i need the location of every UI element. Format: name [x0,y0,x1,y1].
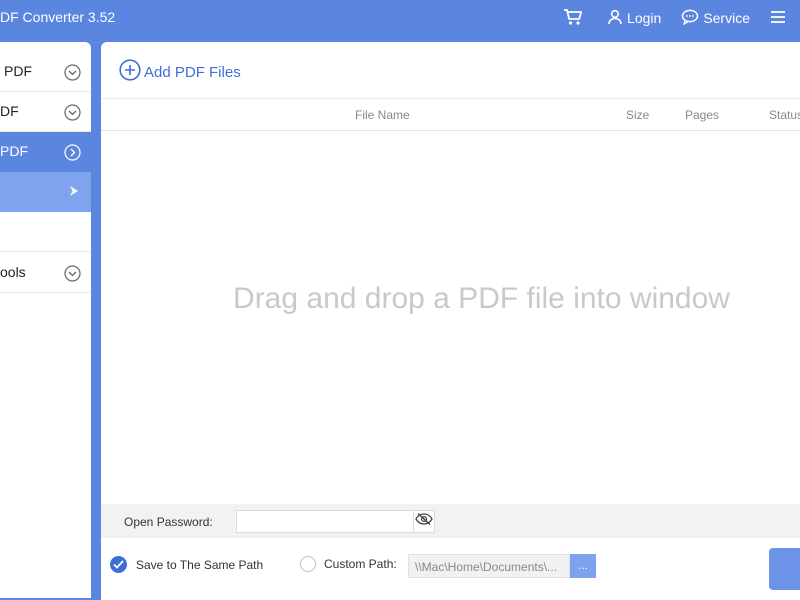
chevron-down-icon [64,265,81,287]
sidebar-item-label: ools [0,264,26,280]
chevron-down-icon [64,104,81,126]
user-icon [607,9,627,28]
plus-circle-icon [119,59,144,85]
menu-button[interactable] [770,10,790,27]
cart-button[interactable] [563,8,587,29]
add-pdf-files-button[interactable]: Add PDF Files [119,59,241,85]
sidebar-item-label: DF [0,103,19,119]
sidebar-item-blank[interactable] [0,212,91,252]
hamburger-menu-icon [770,10,790,27]
browse-path-button[interactable]: ... [570,554,596,578]
service-button[interactable]: Service [681,9,750,28]
output-options-bar: Save to The Same Path Custom Path: \\Mac… [101,538,800,600]
sidebar-item-label: PDF [0,143,28,159]
sidebar-subitem-selected[interactable] [0,172,91,212]
sidebar-item-from-pdf[interactable]: DF [0,92,91,132]
chevron-down-icon [64,64,81,86]
custom-path-option[interactable]: Custom Path: [300,556,397,572]
chevron-right-icon [64,144,81,166]
sidebar-item-tools[interactable]: ools [0,253,91,293]
login-label: Login [627,10,662,26]
chat-icon [681,9,703,28]
file-table-header: File Name Size Pages Status [101,98,800,131]
title-bar: DF Converter 3.52 Login Service [0,0,800,36]
sidebar-item-label: PDF [4,63,32,79]
radio-unchecked-icon [300,556,316,572]
column-status[interactable]: Status [769,108,800,122]
cart-icon [563,8,587,29]
column-pages[interactable]: Pages [685,108,719,122]
header-actions: Login Service [563,7,790,29]
eye-slash-icon [415,512,433,531]
sidebar-item-pdf-active[interactable]: PDF [0,132,91,172]
sidebar: PDF DF PDF ools [0,42,91,598]
arrow-right-icon [67,184,81,203]
main-panel: Add PDF Files File Name Size Pages Statu… [101,42,800,600]
save-same-path-option[interactable]: Save to The Same Path [110,556,263,573]
login-button[interactable]: Login [607,9,661,28]
service-label: Service [703,10,750,26]
custom-path-label: Custom Path: [324,557,397,571]
add-pdf-files-label: Add PDF Files [144,63,241,81]
open-password-label: Open Password: [124,515,213,529]
custom-path-input[interactable]: \\Mac\Home\Documents\... [408,554,570,578]
column-size[interactable]: Size [626,108,649,122]
sidebar-item-to-pdf[interactable]: PDF [0,52,91,92]
radio-checked-icon [110,556,127,573]
toggle-password-visibility-button[interactable] [413,510,435,533]
open-password-bar: Open Password: [101,504,800,538]
save-same-path-label: Save to The Same Path [136,557,264,572]
convert-button[interactable] [769,548,800,590]
drop-zone-message[interactable]: Drag and drop a PDF file into window [101,282,800,316]
column-file-name[interactable]: File Name [355,108,410,122]
open-password-input[interactable] [236,510,414,533]
app-title: DF Converter 3.52 [0,9,116,25]
